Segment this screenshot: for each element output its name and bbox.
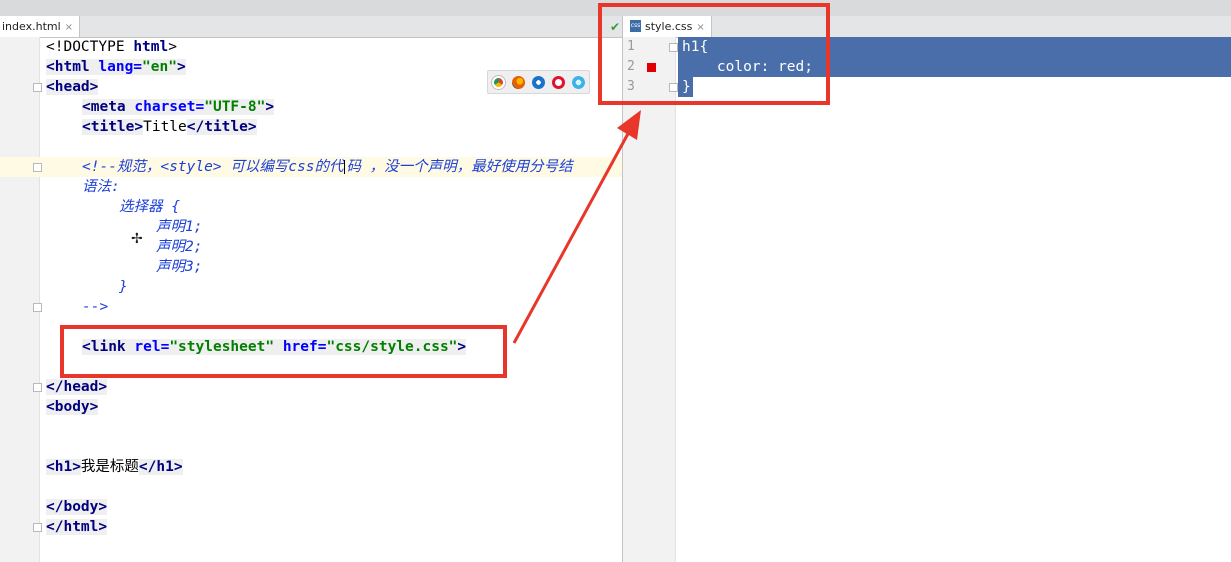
- annotation-arrow: [512, 110, 641, 344]
